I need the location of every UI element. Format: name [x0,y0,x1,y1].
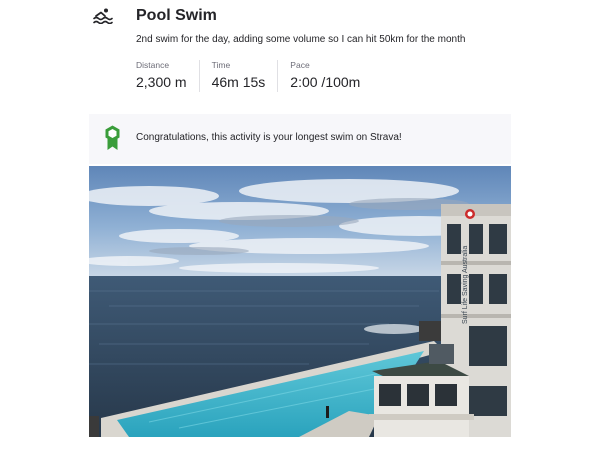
stat-value: 46m 15s [211,74,266,90]
swim-icon [93,8,113,25]
activity-photo[interactable]: Surf Life Saving Australia [89,166,511,437]
stat-time: Time 46m 15s [198,60,278,92]
achievement-text: Congratulations, this activity is your l… [136,132,402,143]
stat-value: 2,300 m [136,74,187,90]
stat-value: 2:00 /100m [290,74,361,90]
activity-description: 2nd swim for the day, adding some volume… [136,34,466,45]
stat-label: Pace [290,60,310,70]
stat-distance: Distance 2,300 m [136,60,199,92]
medal-icon [104,125,121,151]
stat-pace: Pace 2:00 /100m [277,60,372,92]
achievement-banner: Congratulations, this activity is your l… [89,114,511,164]
activity-stats: Distance 2,300 m Time 46m 15s Pace 2:00 … [136,60,372,92]
stat-label: Distance [136,60,170,70]
svg-text:Surf Life Saving Australia: Surf Life Saving Australia [462,246,469,324]
activity-header: Pool Swim [93,6,523,28]
activity-title: Pool Swim [136,7,217,24]
stat-label: Time [211,60,231,70]
